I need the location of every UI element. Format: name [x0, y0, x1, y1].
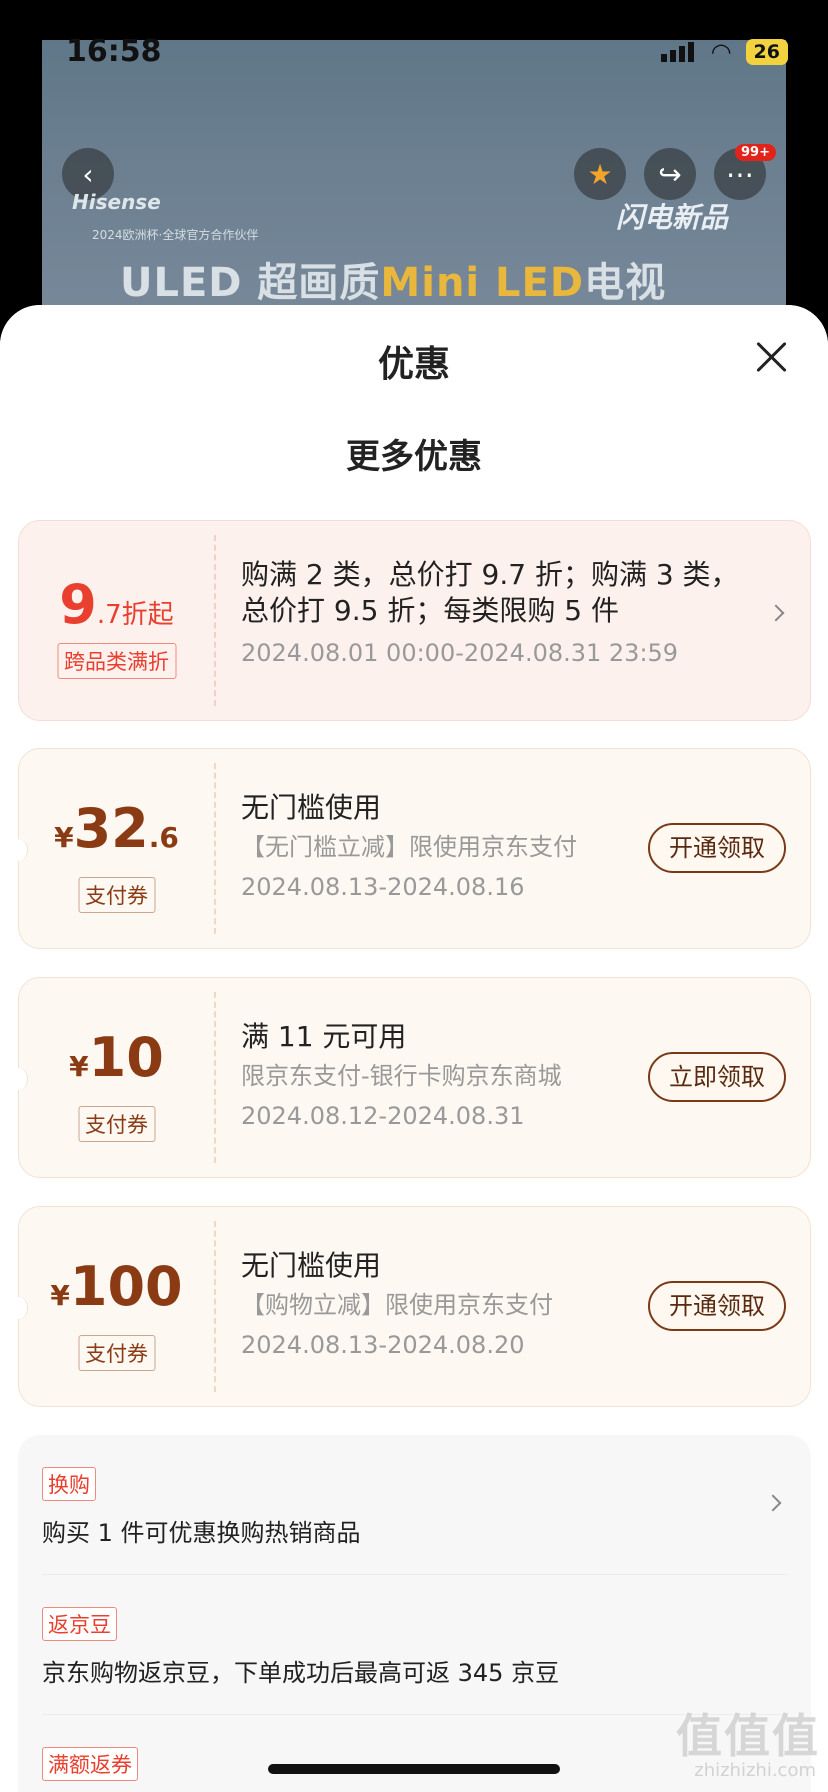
- watermark: 值值值: [676, 1709, 820, 1763]
- brand-tag: 闪电新品: [616, 201, 729, 234]
- discount-date: 2024.08.01 00:00-2024.08.31 23:59: [241, 639, 679, 667]
- watermark-url: zhizhizhi.com: [694, 1760, 816, 1781]
- background-page: 16:58 ◠ 26 ‹ ★ ↪ ⋯ 99+ Hisense 2024欧洲杯·全…: [0, 0, 828, 330]
- coupon-card-100: ¥100 支付券 无门槛使用 【购物立减】限使用京东支付 2024.08.13-…: [10, 1206, 811, 1407]
- coupon-condition: 无门槛使用: [241, 1249, 382, 1282]
- discount-sheet: 优惠 更多优惠 9.7折起 跨品类满折 购满 2 类，总价打 9.7 折；购满 …: [0, 305, 828, 1792]
- coupon-tag: 支付券: [78, 1106, 155, 1142]
- favorite-star-icon[interactable]: ★: [574, 148, 626, 200]
- discount-card-cross-category[interactable]: 9.7折起 跨品类满折 购满 2 类，总价打 9.7 折；购满 3 类，总价打 …: [18, 520, 811, 721]
- promo-text: 京东购物返京豆，下单成功后最高可返 345 京豆: [42, 1659, 560, 1687]
- promo-tag: 返京豆: [42, 1607, 117, 1641]
- wifi-icon: ◠: [710, 38, 732, 66]
- promo-item-jingdou: 返京豆 京东购物返京豆，下单成功后最高可返 345 京豆: [42, 1575, 787, 1715]
- discount-tag: 跨品类满折: [57, 643, 176, 679]
- coupon-condition: 无门槛使用: [241, 791, 382, 824]
- brand-banner: ULED 超画质Mini LED电视: [120, 260, 667, 306]
- signal-icon: [660, 42, 697, 62]
- share-button[interactable]: ↪: [644, 148, 696, 200]
- brand-logo: Hisense: [72, 190, 161, 214]
- coupon-tag: 支付券: [78, 877, 155, 913]
- claim-button[interactable]: 开通领取: [648, 823, 786, 873]
- section-title: 更多优惠: [346, 437, 482, 477]
- close-icon[interactable]: [754, 339, 788, 373]
- promo-item-trade-in[interactable]: 换购 购买 1 件可优惠换购热销商品: [42, 1435, 787, 1575]
- coupon-card-10: ¥10 支付券 满 11 元可用 限京东支付-银行卡购京东商城 2024.08.…: [10, 977, 811, 1178]
- discount-description: 购满 2 类，总价打 9.7 折；购满 3 类，总价打 9.5 折；每类限购 5…: [241, 558, 739, 627]
- promo-tag: 换购: [42, 1467, 96, 1501]
- coupon-card-32-6: ¥32.6 支付券 无门槛使用 【无门槛立减】限使用京东支付 2024.08.1…: [10, 748, 811, 949]
- promo-tag: 满额返券: [42, 1747, 138, 1781]
- claim-button[interactable]: 立即领取: [648, 1052, 786, 1102]
- sheet-header: 优惠: [0, 305, 828, 425]
- sheet-body: 更多优惠 9.7折起 跨品类满折 购满 2 类，总价打 9.7 折；购满 3 类…: [0, 425, 828, 1792]
- coupon-amount: ¥100: [50, 1255, 183, 1318]
- status-icons: ◠ 26: [660, 38, 788, 66]
- coupon-description: 【购物立减】限使用京东支付: [241, 1291, 553, 1319]
- chevron-right-icon: [764, 1494, 782, 1512]
- sheet-title: 优惠: [377, 344, 450, 385]
- coupon-date: 2024.08.13-2024.08.20: [241, 1331, 525, 1359]
- promo-text: 购买 1 件可优惠换购热销商品: [42, 1519, 361, 1547]
- discount-value: 9.7折起: [59, 573, 174, 636]
- coupon-date: 2024.08.12-2024.08.31: [241, 1102, 525, 1130]
- coupon-condition: 满 11 元可用: [241, 1020, 407, 1053]
- coupon-description: 【无门槛立减】限使用京东支付: [241, 833, 577, 861]
- status-time: 16:58: [66, 34, 162, 69]
- coupon-amount: ¥10: [69, 1026, 164, 1089]
- message-badge: 99+: [735, 144, 776, 161]
- coupon-date: 2024.08.13-2024.08.16: [241, 873, 525, 901]
- battery-icon: 26: [745, 39, 788, 65]
- brand-subtitle: 2024欧洲杯·全球官方合作伙伴: [92, 228, 259, 242]
- coupon-tag: 支付券: [78, 1335, 155, 1371]
- claim-button[interactable]: 开通领取: [648, 1281, 786, 1331]
- coupon-description: 限京东支付-银行卡购京东商城: [241, 1062, 562, 1090]
- coupon-amount: ¥32.6: [54, 797, 179, 860]
- home-indicator[interactable]: [268, 1764, 560, 1774]
- chevron-right-icon: [767, 604, 785, 622]
